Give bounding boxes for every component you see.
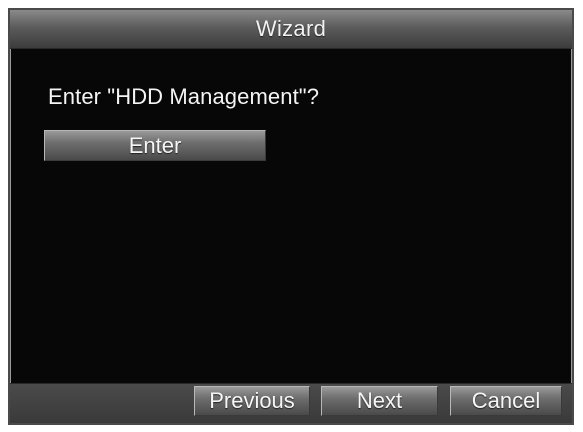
cancel-button[interactable]: Cancel	[450, 386, 562, 416]
title-bar: Wizard	[10, 10, 572, 49]
dialog-title: Wizard	[255, 16, 327, 41]
enter-button[interactable]: Enter	[44, 130, 266, 161]
previous-button[interactable]: Previous	[194, 386, 310, 416]
wizard-question: Enter "HDD Management"?	[48, 84, 320, 109]
wizard-dialog: Wizard Enter "HDD Management"?	[8, 8, 574, 425]
next-button[interactable]: Next	[321, 386, 438, 416]
